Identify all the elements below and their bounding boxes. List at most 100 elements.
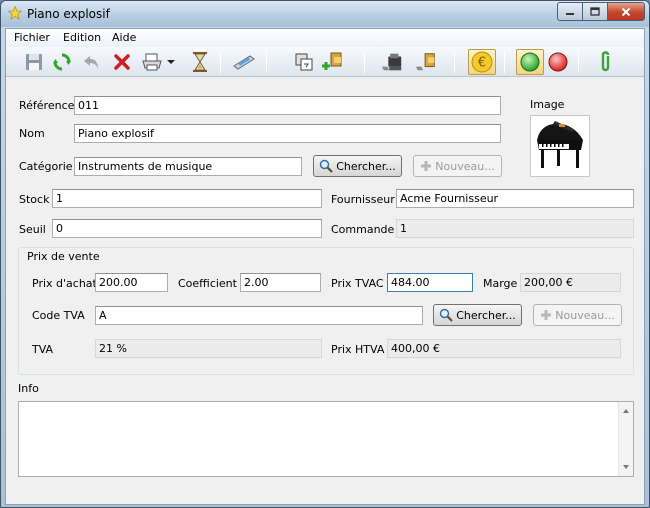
- copy-icon: [295, 53, 313, 71]
- code-tva-search-label: Chercher...: [456, 308, 516, 322]
- search-icon: [440, 308, 454, 322]
- hourglass-button[interactable]: [188, 50, 212, 74]
- categorie-search-label: Chercher...: [336, 159, 396, 173]
- menu-bar: Fichier Edition Aide: [6, 29, 644, 47]
- red-light-button[interactable]: [546, 50, 570, 74]
- save-button[interactable]: [22, 50, 46, 74]
- euro-icon: €: [471, 51, 493, 73]
- print-icon: [142, 53, 162, 71]
- undo-icon: [84, 56, 98, 69]
- menu-aide[interactable]: Aide: [112, 31, 136, 44]
- categorie-field[interactable]: Instruments de musique: [74, 157, 302, 176]
- seuil-field[interactable]: 0: [52, 219, 322, 238]
- marge-field: 200,00 €: [520, 273, 621, 292]
- search-icon: [320, 159, 334, 173]
- refresh-button[interactable]: [50, 50, 74, 74]
- scanner-button[interactable]: [232, 50, 256, 74]
- code-tva-field[interactable]: A: [95, 306, 423, 325]
- toolbar-separator: [220, 51, 221, 73]
- fournisseur-field[interactable]: Acme Fournisseur: [396, 189, 634, 208]
- scanner-icon: [233, 55, 255, 70]
- red-light-icon: [548, 52, 568, 72]
- code-tva-label: Code TVA: [32, 309, 85, 322]
- star-icon: [8, 6, 22, 20]
- delete-icon: [114, 54, 130, 70]
- prix-htva-field: 400,00 €: [387, 339, 621, 358]
- prix-tvac-field[interactable]: 484.00: [387, 273, 473, 292]
- green-light-button[interactable]: [516, 49, 544, 75]
- register-button[interactable]: [380, 50, 404, 74]
- code-tva-new-label: Nouveau...: [555, 308, 615, 322]
- stock-label: Stock: [19, 193, 50, 206]
- toolbar: €: [6, 47, 644, 77]
- maximize-button[interactable]: [582, 2, 608, 21]
- stock-icon: [415, 53, 435, 71]
- toolbar-separator: [364, 51, 365, 73]
- prix-htva-label: Prix HTVA: [331, 343, 385, 356]
- scroll-down-icon[interactable]: [623, 465, 629, 469]
- close-icon: [621, 7, 631, 16]
- plus-icon: [421, 161, 432, 171]
- undo-button[interactable]: [80, 50, 104, 74]
- coefficient-label: Coefficient: [178, 277, 237, 290]
- client-area: Fichier Edition Aide € Référence 011 Ima…: [5, 28, 645, 505]
- info-textarea[interactable]: [18, 401, 634, 477]
- print-dropdown-button[interactable]: [165, 50, 177, 74]
- title-bar[interactable]: Piano explosif: [1, 1, 649, 27]
- svg-text:€: €: [478, 56, 486, 71]
- save-icon: [26, 54, 42, 70]
- info-scrollbar[interactable]: [618, 402, 633, 476]
- plus-icon: [541, 310, 552, 320]
- delete-button[interactable]: [110, 50, 134, 74]
- toolbar-separator: [504, 51, 505, 73]
- categorie-new-label: Nouveau...: [435, 159, 495, 173]
- coefficient-field[interactable]: 2.00: [240, 273, 321, 292]
- code-tva-search-button[interactable]: Chercher...: [433, 304, 522, 326]
- close-button[interactable]: [607, 2, 645, 21]
- tva-field: 21 %: [95, 339, 322, 358]
- reference-field[interactable]: 011: [74, 96, 501, 115]
- print-button[interactable]: [140, 50, 164, 74]
- tva-label: TVA: [32, 343, 54, 356]
- menu-edition[interactable]: Edition: [63, 31, 101, 44]
- stock-button[interactable]: [414, 50, 438, 74]
- green-light-icon: [520, 52, 540, 72]
- dropdown-arrow-icon: [167, 60, 175, 64]
- seuil-label: Seuil: [19, 223, 46, 236]
- add-product-button[interactable]: [320, 50, 344, 74]
- attachment-button[interactable]: [594, 50, 618, 74]
- scroll-up-icon[interactable]: [623, 409, 629, 413]
- categorie-new-button[interactable]: Nouveau...: [413, 155, 502, 177]
- copy-button[interactable]: [292, 50, 316, 74]
- commande-field: 1: [396, 219, 634, 238]
- code-tva-new-button[interactable]: Nouveau...: [533, 304, 622, 326]
- commande-label: Commande: [331, 223, 395, 236]
- piano-icon: [537, 121, 583, 168]
- add-product-icon: [322, 52, 342, 70]
- hourglass-icon: [193, 52, 207, 72]
- toolbar-separator: [578, 51, 579, 73]
- info-label: Info: [18, 382, 39, 395]
- categorie-label: Catégorie: [19, 160, 73, 173]
- categorie-search-button[interactable]: Chercher...: [313, 155, 402, 177]
- prix-achat-label: Prix d'achat: [32, 277, 97, 290]
- prix-achat-field[interactable]: 200.00: [95, 273, 168, 292]
- nom-label: Nom: [19, 127, 45, 140]
- menu-fichier[interactable]: Fichier: [14, 31, 50, 44]
- refresh-icon: [53, 53, 71, 71]
- stock-field[interactable]: 1: [52, 189, 322, 208]
- nom-field[interactable]: Piano explosif: [74, 124, 501, 143]
- minimize-button[interactable]: [557, 2, 583, 21]
- reference-label: Référence: [19, 99, 75, 112]
- marge-label: Marge: [483, 277, 518, 290]
- window-title: Piano explosif: [27, 7, 110, 21]
- product-image[interactable]: [530, 115, 590, 177]
- image-label: Image: [530, 98, 565, 111]
- toolbar-separator: [266, 51, 267, 73]
- register-icon: [381, 53, 402, 71]
- app-window: Piano explosif Fichier Edition Aide € Ré…: [0, 0, 650, 508]
- paperclip-icon: [601, 51, 610, 72]
- euro-button[interactable]: €: [468, 49, 496, 75]
- prix-tvac-label: Prix TVAC: [331, 277, 384, 290]
- minimize-icon: [566, 12, 574, 15]
